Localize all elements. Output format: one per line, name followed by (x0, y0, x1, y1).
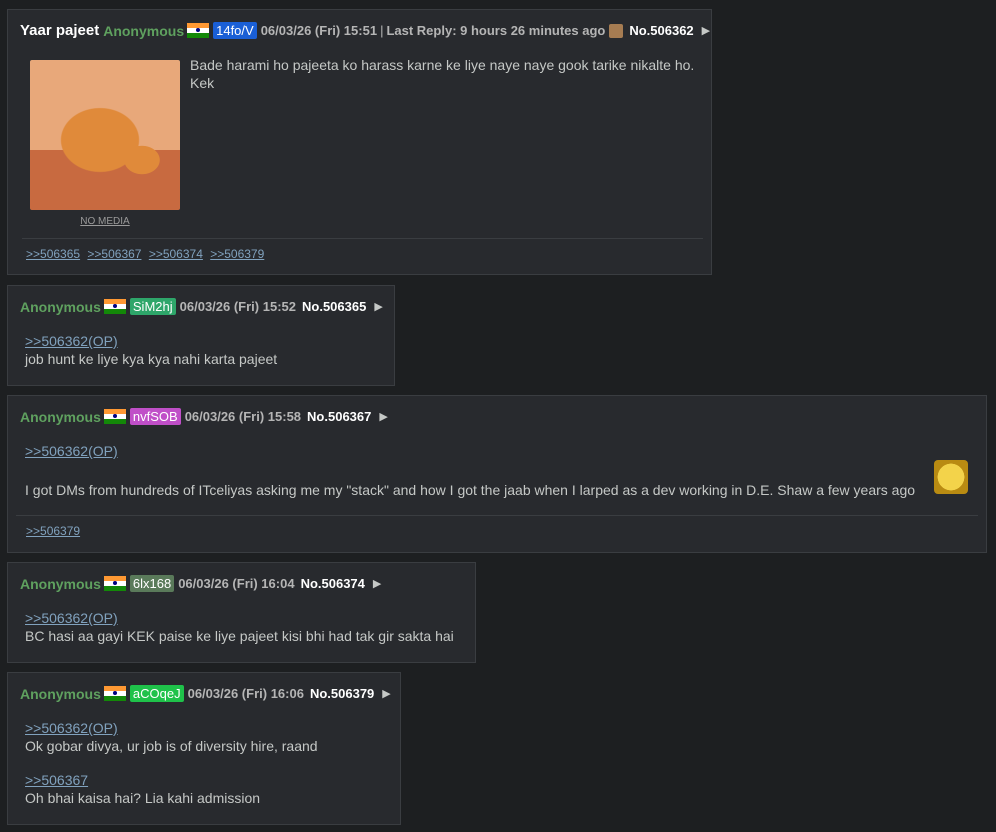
quote-link[interactable]: >>506362(OP) (25, 443, 118, 459)
backlink[interactable]: >>506379 (26, 524, 80, 538)
quote-link[interactable]: >>506362(OP) (25, 333, 118, 349)
post-number[interactable]: No.506379 (310, 686, 374, 701)
backlink[interactable]: >>506374 (149, 247, 203, 261)
reply-post: Anonymous nvfSOB 06/03/26 (Fri) 15:58 No… (7, 395, 987, 553)
post-menu-arrow-icon[interactable]: ▶ (379, 410, 387, 423)
post-date: 06/03/26 (Fri) 16:06 (187, 686, 304, 701)
poster-name: Anonymous (20, 575, 101, 592)
india-flag-icon (103, 409, 126, 424)
post-date: 06/03/26 (Fri) 15:52 (179, 299, 296, 314)
reply-header: Anonymous SiM2hj 06/03/26 (Fri) 15:52 No… (20, 298, 383, 315)
grinning-face-image[interactable] (934, 460, 968, 494)
divider (16, 515, 978, 516)
op-header: Yaar pajeet Anonymous 14fo/V 06/03/26 (F… (20, 22, 710, 39)
backlink[interactable]: >>506367 (87, 247, 141, 261)
reply-header: Anonymous aCOqeJ 06/03/26 (Fri) 16:06 No… (20, 685, 391, 702)
post-menu-arrow-icon[interactable]: ▶ (702, 24, 710, 37)
no-media-label[interactable]: NO MEDIA (30, 216, 180, 227)
post-date: 06/03/26 (Fri) 15:58 (184, 409, 302, 424)
post-date: 06/03/26 (Fri) 15:51 (260, 23, 378, 38)
poster-id-badge[interactable]: 14fo/V (213, 22, 257, 39)
post-text: Oh bhai kaisa hai? Lia kahi admission (25, 790, 261, 806)
post-body: >>506362(OP) Ok gobar divya, ur job is o… (25, 719, 318, 807)
post-number[interactable]: No.506365 (302, 299, 366, 314)
india-flag-icon (103, 686, 126, 701)
poster-name: Anonymous (20, 408, 101, 425)
poster-id-badge[interactable]: SiM2hj (129, 298, 176, 315)
quote-link[interactable]: >>506362(OP) (25, 720, 118, 736)
last-reply: Last Reply: 9 hours 26 minutes ago (386, 23, 606, 38)
backlink[interactable]: >>506365 (26, 247, 80, 261)
bump-icon (609, 23, 624, 38)
post-text: I got DMs from hundreds of ITceliyas ask… (25, 482, 916, 498)
separator: | (380, 23, 384, 38)
backlink[interactable]: >>506379 (210, 247, 264, 261)
op-post: Yaar pajeet Anonymous 14fo/V 06/03/26 (F… (7, 9, 712, 275)
backlinks: >>506379 (26, 524, 84, 538)
post-menu-arrow-icon[interactable]: ▶ (373, 577, 381, 590)
poster-id-badge[interactable]: 6lx168 (129, 575, 175, 592)
post-number[interactable]: No.506374 (301, 576, 365, 591)
post-body: >>506362(OP) (25, 442, 118, 460)
india-flag-icon (103, 299, 126, 314)
poster-id-badge[interactable]: aCOqeJ (129, 685, 184, 702)
reply-header: Anonymous nvfSOB 06/03/26 (Fri) 15:58 No… (20, 408, 388, 425)
poster-name: Anonymous (20, 685, 101, 702)
post-menu-arrow-icon[interactable]: ▶ (382, 687, 390, 700)
post-text: job hunt ke liye kya kya nahi karta paje… (25, 351, 278, 367)
reply-post: Anonymous 6lx168 06/03/26 (Fri) 16:04 No… (7, 562, 476, 663)
post-subject: Yaar pajeet (20, 22, 100, 39)
india-flag-icon (187, 23, 210, 38)
reply-post: Anonymous aCOqeJ 06/03/26 (Fri) 16:06 No… (7, 672, 401, 825)
backlinks: >>506365 >>506367 >>506374 >>506379 (26, 247, 268, 261)
post-number[interactable]: No.506367 (307, 409, 371, 424)
reply-post: Anonymous SiM2hj 06/03/26 (Fri) 15:52 No… (7, 285, 395, 386)
reply-header: Anonymous 6lx168 06/03/26 (Fri) 16:04 No… (20, 575, 381, 592)
post-date: 06/03/26 (Fri) 16:04 (178, 576, 295, 591)
post-number[interactable]: No.506362 (629, 23, 693, 38)
post-text: BC hasi aa gayi KEK paise ke liye pajeet… (25, 628, 454, 644)
poster-name: Anonymous (103, 22, 185, 39)
quote-link[interactable]: >>506362(OP) (25, 610, 118, 626)
post-body: >>506362(OP) job hunt ke liye kya kya na… (25, 332, 277, 368)
poster-id-badge[interactable]: nvfSOB (129, 408, 181, 425)
india-flag-icon (103, 576, 126, 591)
divider (22, 238, 703, 239)
post-text: Ok gobar divya, ur job is of diversity h… (25, 738, 318, 754)
poster-name: Anonymous (20, 298, 101, 315)
post-thumbnail-image[interactable] (30, 60, 180, 210)
post-body: Bade harami ho pajeeta ko harass karne k… (190, 57, 695, 91)
post-menu-arrow-icon[interactable]: ▶ (374, 300, 382, 313)
post-body: >>506362(OP) BC hasi aa gayi KEK paise k… (25, 609, 454, 645)
quote-link[interactable]: >>506367 (25, 772, 88, 788)
